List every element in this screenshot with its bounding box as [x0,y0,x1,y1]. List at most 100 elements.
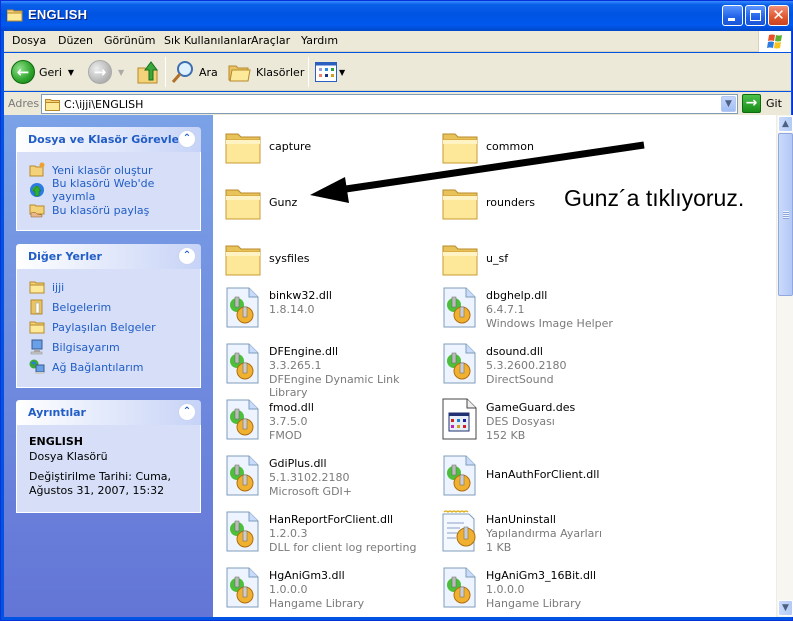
forward-dropdown-icon[interactable]: ▼ [118,68,124,77]
panel-title: Dosya ve Klasör Görevleri [28,133,189,146]
place-shared-documents[interactable]: Paylaşılan Belgeler [29,317,200,337]
file-item[interactable]: dbghelp.dll 6.4.7.1 Windows Image Helper [440,283,655,333]
folder-item[interactable]: common [440,123,655,173]
item-text: binkw32.dll 1.8.14.0 [269,289,332,316]
folder-item[interactable]: rounders [440,179,655,229]
folder-item[interactable]: u_sf [440,235,655,285]
item-name: HanUninstall [486,513,556,526]
folder-item[interactable]: capture [223,123,438,173]
item-text: dbghelp.dll 6.4.7.1 Windows Image Helper [486,289,613,330]
share-folder-icon [29,204,45,218]
place-my-computer[interactable]: Bilgisayarım [29,337,200,357]
folder-icon [7,9,23,22]
dll-file-icon [440,341,480,385]
menu-view[interactable]: Görünüm [104,34,155,47]
scroll-down-button[interactable]: ▼ [778,600,793,616]
menu-help[interactable]: Yardım [301,34,338,47]
search-button[interactable]: Ara [171,58,218,86]
task-publish-web[interactable]: Bu klasörü Web'de yayımla [29,177,200,203]
views-dropdown-icon[interactable]: ▼ [339,68,345,77]
folders-button[interactable]: Klasörler [228,58,304,86]
place-label: Belgelerim [52,300,112,314]
place-ijji[interactable]: ijji [29,277,200,297]
folder-item[interactable]: Gunz [223,179,438,229]
file-item[interactable]: HgAniGm3.dll 1.0.0.0 Hangame Library [223,563,438,613]
file-item[interactable]: GameGuard.des DES Dosyası 152 KB [440,395,655,445]
menu-tools[interactable]: Araçlar [251,34,290,47]
file-item[interactable]: HgAniGm3_16Bit.dll 1.0.0.0 Hangame Library [440,563,655,613]
item-detail: Hangame Library [269,597,365,610]
scroll-thumb[interactable] [778,133,793,296]
up-folder-button[interactable] [137,58,159,86]
item-text: u_sf [486,252,508,265]
folder-icon [440,237,480,281]
place-my-documents[interactable]: Belgelerim [29,297,200,317]
dll-file-icon [223,565,263,609]
back-dropdown-icon[interactable]: ▼ [68,68,74,77]
panel-header[interactable]: Ayrıntılar ⌃ [16,400,201,425]
panel-header[interactable]: Diğer Yerler ⌃ [16,244,201,269]
forward-button[interactable]: → ▼ [88,58,124,86]
menu-edit[interactable]: Düzen [58,34,93,47]
maximize-button[interactable] [745,5,766,26]
title-bar[interactable]: ENGLISH ✕ [1,1,793,31]
close-icon: ✕ [772,6,785,24]
menu-favorites[interactable]: Sık Kullanılanlar [164,34,252,47]
back-button[interactable]: ← Geri ▼ [11,58,74,86]
search-icon [171,61,193,83]
details-panel: Ayrıntılar ⌃ ENGLISH Dosya Klasörü Değiş… [16,400,201,513]
go-button[interactable]: → Git [742,94,782,113]
file-item[interactable]: fmod.dll 3.7.5.0 FMOD [223,395,438,445]
folder-item[interactable]: sysfiles [223,235,438,285]
vertical-scrollbar[interactable]: ▲ ▼ [776,115,793,617]
back-arrow-icon: ← [11,60,35,84]
go-label: Git [766,97,782,110]
item-detail: 5.3.2600.2180 [486,359,567,372]
collapse-chevron-icon[interactable]: ⌃ [178,130,196,148]
views-icon [315,62,337,82]
network-icon [29,359,45,374]
collapse-chevron-icon[interactable]: ⌃ [178,403,196,421]
item-text: HanUninstall Yapılandırma Ayarları 1 KB [486,513,602,554]
item-text: HgAniGm3.dll 1.0.0.0 Hangame Library [269,569,364,610]
task-share-folder[interactable]: Bu klasörü paylaş [29,200,200,220]
place-network[interactable]: Ağ Bağlantılarım [29,357,200,377]
panel-header[interactable]: Dosya ve Klasör Görevleri ⌃ [16,127,201,152]
item-detail: FMOD [269,429,302,442]
file-item[interactable]: DFEngine.dll 3.3.265.1 DFEngine Dynamic Li… [223,339,438,399]
file-item[interactable]: binkw32.dll 1.8.14.0 [223,283,438,333]
item-text: HanAuthForClient.dll [486,468,599,481]
views-button[interactable]: ▼ [315,58,345,86]
close-button[interactable]: ✕ [768,5,789,26]
file-item[interactable]: dsound.dll 5.3.2600.2180 DirectSound [440,339,655,389]
item-detail: Windows Image Helper [486,317,613,330]
details-type: Dosya Klasörü [29,450,108,463]
folder-icon [29,281,45,294]
menu-bar: Dosya Düzen Görünüm Sık Kullanılanlar Ar… [4,31,791,52]
file-item[interactable]: GdiPlus.dll 5.1.3102.2180 Microsoft GDI+ [223,451,438,501]
item-text: rounders [486,196,535,209]
toolbar-separator [165,57,166,87]
item-detail: DLL for client log reporting [269,541,417,554]
item-text: capture [269,140,311,153]
scroll-up-button[interactable]: ▲ [778,116,793,132]
file-item[interactable]: HanReportForClient.dll 1.2.0.3 DLL for cli… [223,507,438,557]
item-name: GameGuard.des [486,401,576,414]
item-detail: 1.0.0.0 [486,583,525,596]
item-detail: 1.8.14.0 [269,303,315,316]
task-label: Yeni klasör oluştur [52,163,153,177]
folders-icon [228,65,251,82]
file-item[interactable]: HanUninstall Yapılandırma Ayarları 1 KB [440,507,655,557]
menu-file[interactable]: Dosya [12,34,46,47]
task-label: Bu klasörü paylaş [52,203,150,217]
forward-arrow-icon: → [88,60,112,84]
address-dropdown-icon[interactable]: ▼ [721,96,736,112]
dll-file-icon [223,285,263,329]
minimize-button[interactable] [722,5,743,26]
dll-file-icon [440,565,480,609]
collapse-chevron-icon[interactable]: ⌃ [178,247,196,265]
address-input[interactable]: C:\ijji\ENGLISH ▼ [41,94,738,114]
item-name: binkw32.dll [269,289,332,302]
file-item[interactable]: HanAuthForClient.dll [440,451,655,501]
address-value: C:\ijji\ENGLISH [64,98,144,111]
